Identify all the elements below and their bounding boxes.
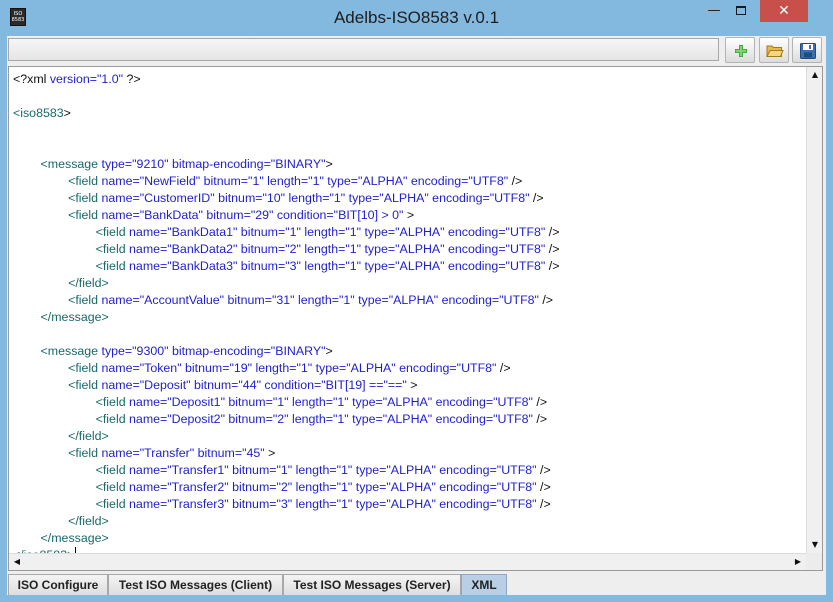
folder-open-icon <box>766 45 784 57</box>
code-line: </field> <box>68 276 109 290</box>
code-line: <iso8583> <box>13 106 71 120</box>
code-line: </message> <box>40 310 109 324</box>
code-line: <field name="Transfer" bitnum="45" > <box>68 446 276 460</box>
tab-iso-configure[interactable]: ISO Configure <box>8 574 108 595</box>
title-bar[interactable]: ISO 8583 Adelbs-ISO8583 v.0.1 — ✕ <box>0 0 833 36</box>
code-line: <field name="NewField" bitnum="1" length… <box>68 174 523 188</box>
code-line: ​ <box>13 122 803 139</box>
code-line: </field> <box>68 514 109 528</box>
open-button[interactable] <box>759 37 789 63</box>
code-line: <?xml version="1.0" ?> <box>13 72 141 86</box>
minimize-button[interactable]: — <box>701 0 727 22</box>
scroll-right-arrow-icon[interactable]: ▶ <box>790 554 806 570</box>
code-line: ​ <box>13 139 803 156</box>
code-line: <field name="Deposit" bitnum="44" condit… <box>68 378 418 392</box>
scrollbar-corner <box>806 553 822 570</box>
maximize-icon <box>736 6 746 15</box>
code-line: <field name="CustomerID" bitnum="10" len… <box>68 191 544 205</box>
code-line: <field name="BankData1" bitnum="1" lengt… <box>95 225 560 239</box>
new-button[interactable] <box>725 37 755 63</box>
scroll-down-arrow-icon[interactable]: ▼ <box>807 537 822 553</box>
code-line: </field> <box>68 429 109 443</box>
code-line: <message type="9210" bitmap-encoding="BI… <box>40 157 333 171</box>
scroll-left-arrow-icon[interactable]: ◀ <box>9 554 25 570</box>
horizontal-scrollbar[interactable]: ◀ ▶ <box>9 553 806 570</box>
vertical-scrollbar[interactable]: ▲ ▼ <box>806 67 822 553</box>
code-line: <field name="Transfer1" bitnum="1" lengt… <box>95 463 551 477</box>
app-window: ISO 8583 Adelbs-ISO8583 v.0.1 — ✕ <?xml … <box>0 0 833 602</box>
file-path-field[interactable] <box>8 38 719 61</box>
code-line: <field name="AccountValue" bitnum="31" l… <box>68 293 554 307</box>
client-area: <?xml version="1.0" ?>​<iso8583>​​ <mess… <box>7 36 826 595</box>
code-line: <field name="Deposit2" bitnum="2" length… <box>95 412 548 426</box>
code-line: <message type="9300" bitmap-encoding="BI… <box>40 344 333 358</box>
code-line: <field name="Transfer2" bitnum="2" lengt… <box>95 480 551 494</box>
code-line: ​ <box>13 88 803 105</box>
maximize-button[interactable] <box>728 0 754 22</box>
code-line: </message> <box>40 531 109 545</box>
code-line: <field name="Deposit1" bitnum="1" length… <box>95 395 548 409</box>
code-line: ​ <box>13 326 803 343</box>
xml-code-text[interactable]: <?xml version="1.0" ?>​<iso8583>​​ <mess… <box>13 71 803 553</box>
scroll-up-arrow-icon[interactable]: ▲ <box>807 67 822 83</box>
code-line: <field name="BankData3" bitnum="3" lengt… <box>95 259 560 273</box>
code-line: <field name="BankData" bitnum="29" condi… <box>68 208 415 222</box>
floppy-save-icon <box>800 43 816 59</box>
tab-bar: ISO Configure Test ISO Messages (Client)… <box>8 574 825 595</box>
code-line: <field name="Transfer3" bitnum="3" lengt… <box>95 497 551 511</box>
xml-editor[interactable]: <?xml version="1.0" ?>​<iso8583>​​ <mess… <box>8 66 823 571</box>
save-button[interactable] <box>792 37 822 63</box>
tab-xml[interactable]: XML <box>461 574 507 595</box>
new-file-plus-icon <box>735 45 747 57</box>
code-line: <field name="BankData2" bitnum="2" lengt… <box>95 242 560 256</box>
close-button[interactable]: ✕ <box>760 0 808 22</box>
code-line: <field name="Token" bitnum="19" length="… <box>68 361 511 375</box>
tab-test-iso-messages-server[interactable]: Test ISO Messages (Server) <box>283 574 461 595</box>
tab-test-iso-messages-client[interactable]: Test ISO Messages (Client) <box>108 574 283 595</box>
